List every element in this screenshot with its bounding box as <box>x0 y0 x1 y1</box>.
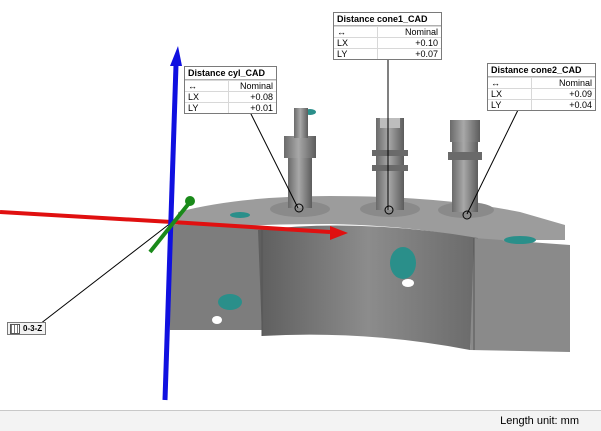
label-row: LX +0.10 <box>334 37 441 48</box>
distance-arrow-icon: ↔ <box>334 27 378 37</box>
label-row: LX +0.09 <box>488 88 595 99</box>
label-row: LY +0.01 <box>185 102 276 113</box>
label-row: LY +0.07 <box>334 48 441 59</box>
part-left-block <box>170 224 262 330</box>
label-title: Distance cyl_CAD <box>185 67 276 80</box>
label-header-row: ↔ Nominal <box>488 77 595 88</box>
part-right-block <box>470 238 570 352</box>
label-row: LY +0.04 <box>488 99 595 110</box>
coordinate-system-label: 0-3-Z <box>23 324 43 333</box>
coordinate-system-tag[interactable]: 0-3-Z <box>7 322 47 335</box>
status-bar: Length unit: mm <box>0 410 601 431</box>
label-header-row: ↔ Nominal <box>185 80 276 91</box>
length-unit-status: Length unit: mm <box>500 415 579 427</box>
3d-viewport[interactable]: Distance cyl_CAD ↔ Nominal LX +0.08 LY +… <box>0 0 601 410</box>
coordinate-system-icon <box>10 323 20 334</box>
label-distance-cyl[interactable]: Distance cyl_CAD ↔ Nominal LX +0.08 LY +… <box>184 66 277 114</box>
label-distance-cone1[interactable]: Distance cone1_CAD ↔ Nominal LX +0.10 LY… <box>333 12 442 60</box>
label-title: Distance cone1_CAD <box>334 13 441 26</box>
part-center-face <box>258 225 478 350</box>
label-title: Distance cone2_CAD <box>488 64 595 77</box>
distance-arrow-icon: ↔ <box>488 78 532 88</box>
deviation-patch <box>390 247 416 279</box>
label-row: LX +0.08 <box>185 91 276 102</box>
label-header-row: ↔ Nominal <box>334 26 441 37</box>
distance-arrow-icon: ↔ <box>185 81 229 91</box>
deviation-patch <box>218 294 242 310</box>
part-scene <box>0 46 570 401</box>
label-distance-cone2[interactable]: Distance cone2_CAD ↔ Nominal LX +0.09 LY… <box>487 63 596 111</box>
